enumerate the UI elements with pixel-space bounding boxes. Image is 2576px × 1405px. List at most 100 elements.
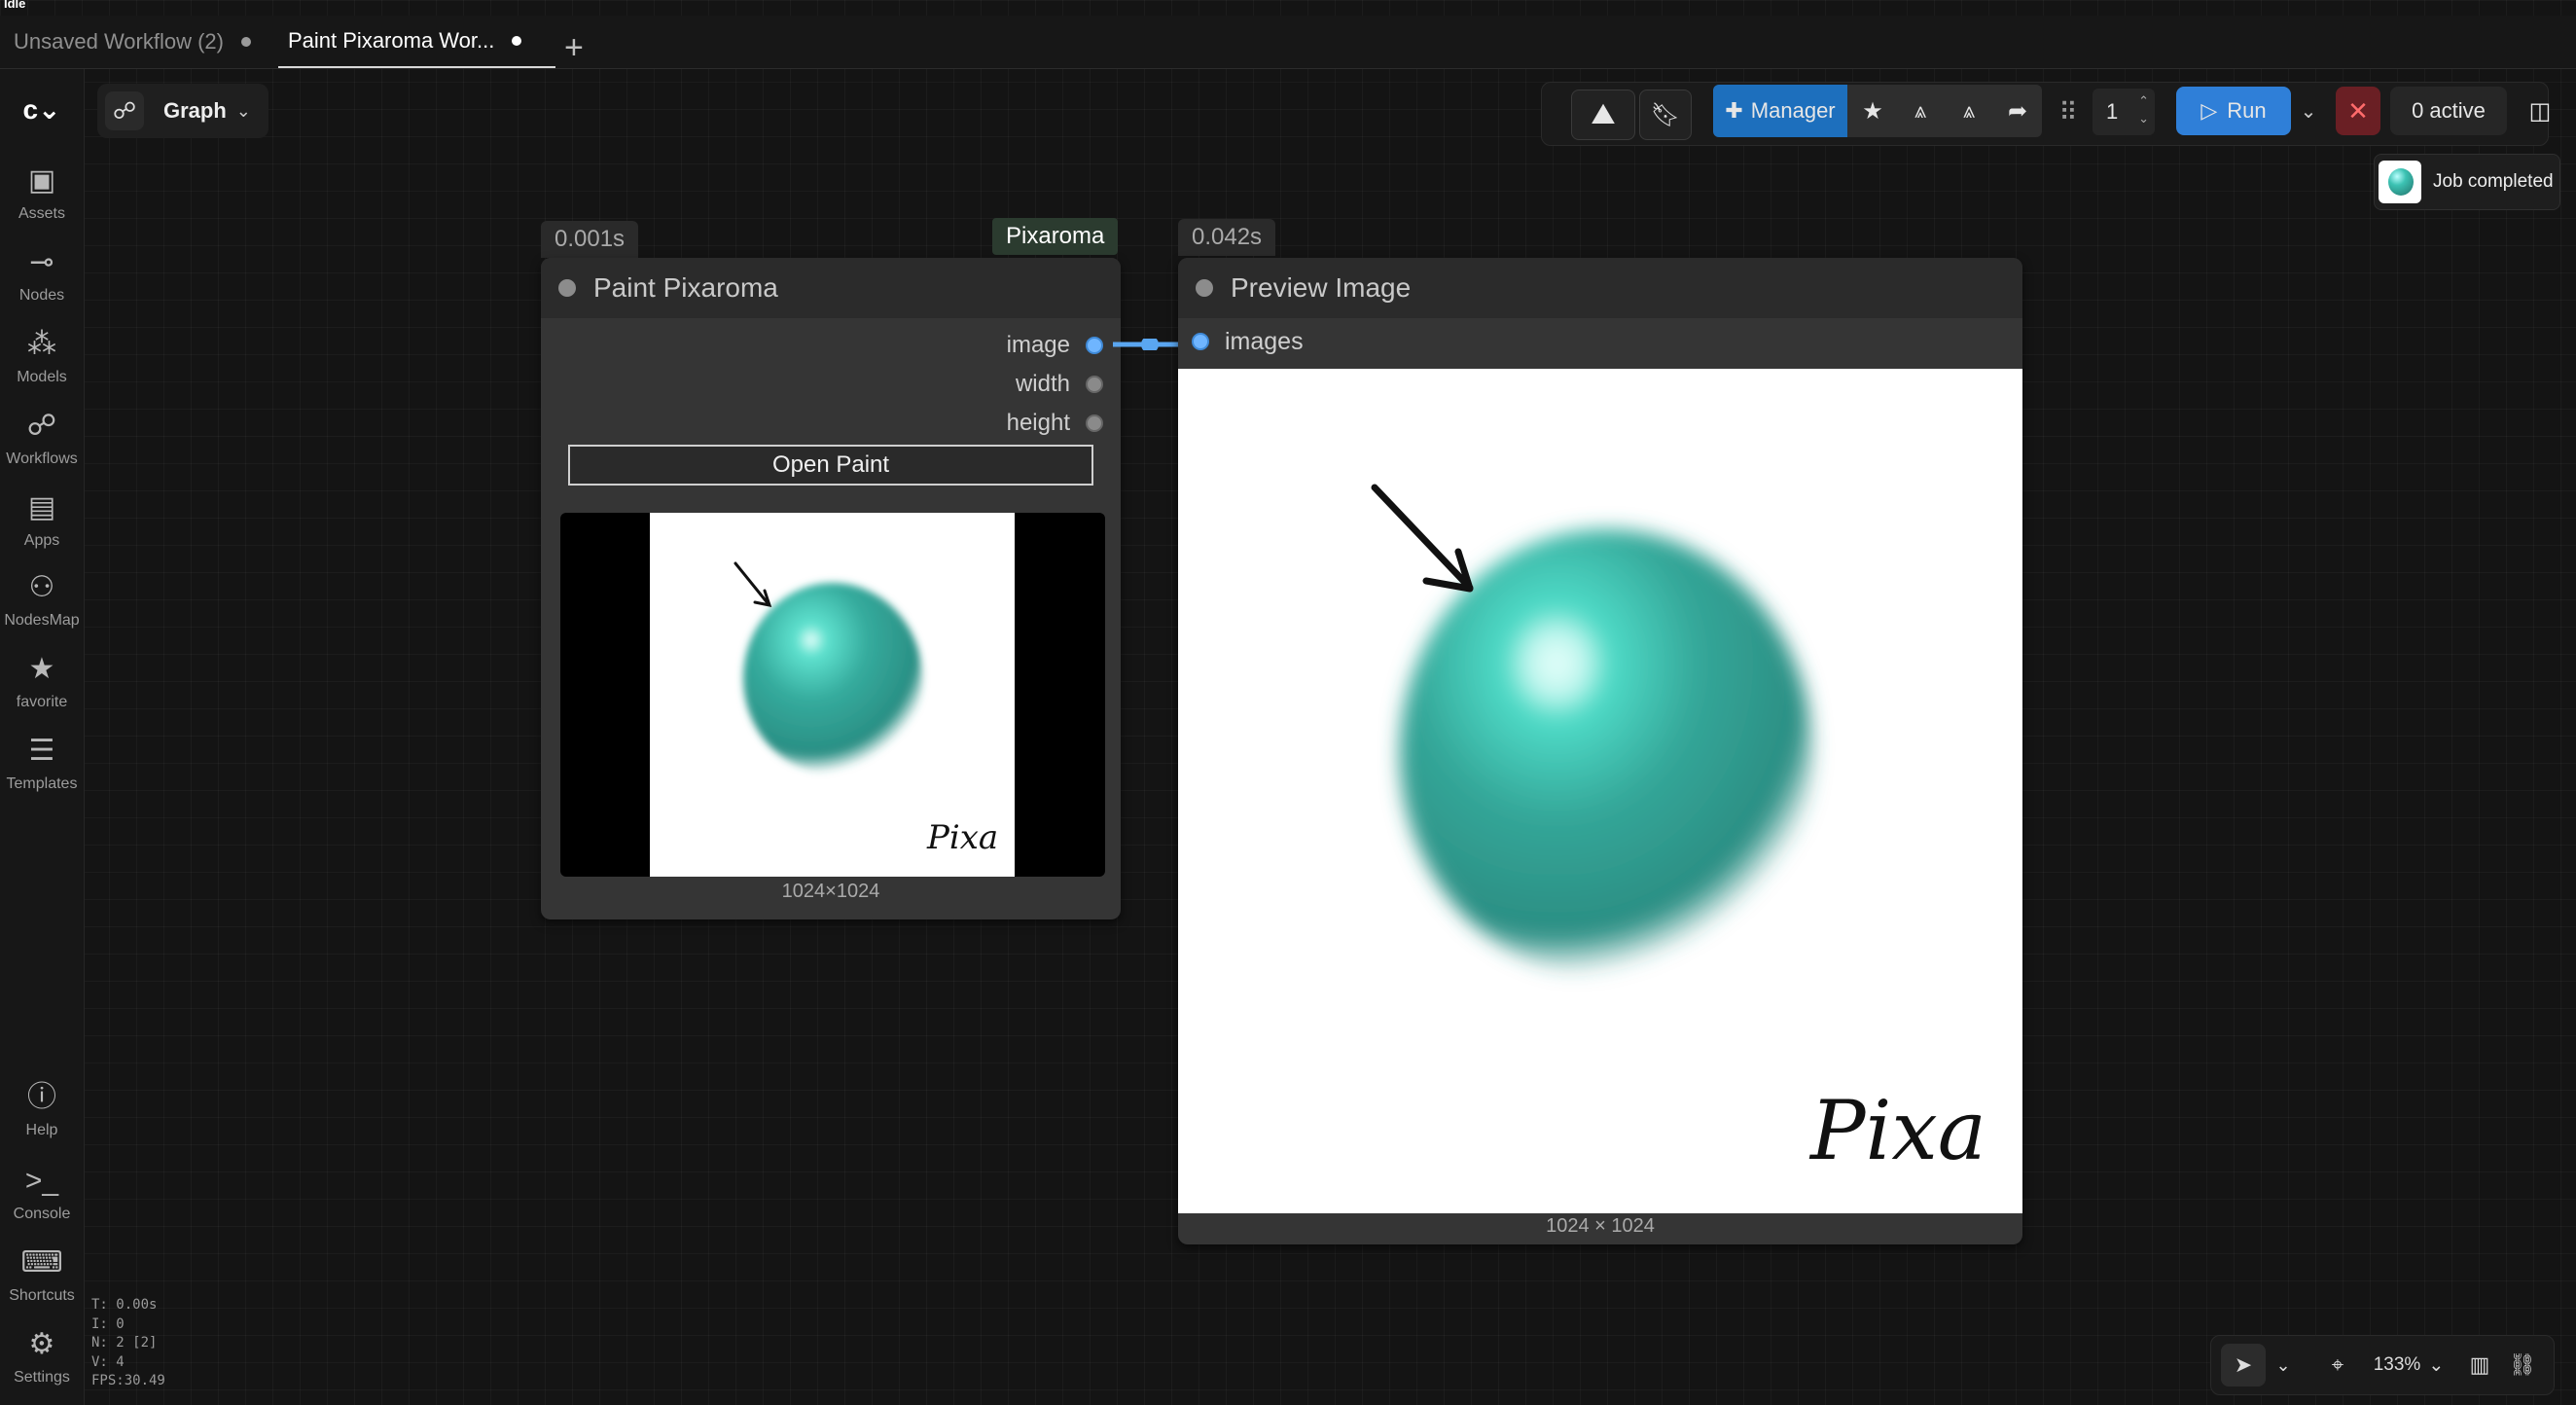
- left-sidebar: ϲ⌄ ▣ Assets ⊸ Nodes ⁂ Models ☍ Workflows…: [0, 69, 85, 1405]
- sidebar-item-shortcuts[interactable]: ⌨ Shortcuts: [0, 1246, 84, 1305]
- minimap-toggle-button[interactable]: ▥: [2460, 1344, 2499, 1387]
- stat-v: V: 4: [91, 1353, 125, 1370]
- chevron-down-icon: ⌄: [2300, 100, 2317, 123]
- job-thumbnail: [2379, 161, 2421, 203]
- run-label: Run: [2227, 98, 2267, 123]
- pixaroma-tool-button-2[interactable]: ⩓: [1947, 85, 1991, 137]
- share-button[interactable]: ➦: [1995, 85, 2040, 137]
- queue-count-value: 1: [2106, 99, 2119, 124]
- models-icon: ⁂: [27, 328, 56, 360]
- chevron-down-icon: ⌄: [2275, 1354, 2291, 1375]
- sidebar-item-label: Assets: [18, 205, 65, 222]
- help-icon: ⓘ: [27, 1081, 56, 1113]
- node-source-badge: Pixaroma: [992, 218, 1119, 255]
- manager-button[interactable]: ✚ Manager: [1713, 85, 1847, 137]
- sidebar-item-settings[interactable]: ⚙ Settings: [0, 1328, 84, 1387]
- puzzle-icon: ✚: [1725, 98, 1743, 123]
- tool-mode-dropdown[interactable]: ⌄: [2270, 1344, 2297, 1387]
- toast-text: Job completed: [2433, 171, 2554, 192]
- pixaroma-mark-icon: ⩓: [1914, 98, 1927, 123]
- sidebar-item-workflows[interactable]: ☍ Workflows: [0, 410, 84, 468]
- output-socket-icon[interactable]: [1086, 337, 1103, 354]
- status-text: Idle: [4, 0, 26, 11]
- paint-pixaroma-node[interactable]: Paint Pixaroma image width height Open P…: [541, 258, 1121, 919]
- node-status-dot-icon: [1196, 279, 1213, 297]
- star-icon: ★: [28, 653, 55, 685]
- fit-view-button[interactable]: ⌖: [2318, 1344, 2357, 1387]
- output-socket-icon[interactable]: [1086, 414, 1103, 432]
- comfy-logo-icon: ϲ⌄: [22, 94, 61, 125]
- image-icon: ▣: [27, 164, 56, 197]
- sidebar-item-label: Shortcuts: [9, 1287, 75, 1304]
- top-toolbar: ⛰ 🔖︎ ✚ Manager ★ ⩓ ⩓ ➦ ⠿ 1 ⌃ ⌄ ▷ Run ⌄ ✕ …: [1541, 82, 2551, 146]
- sidebar-item-nodes[interactable]: ⊸ Nodes: [0, 246, 84, 305]
- active-jobs-button[interactable]: 0 active: [2390, 87, 2507, 135]
- sidebar-item-favorite[interactable]: ★ favorite: [0, 653, 84, 711]
- sidebar-item-nodesmap[interactable]: ⚇ NodesMap: [0, 571, 84, 630]
- sidebar-item-apps[interactable]: ▤ Apps: [0, 491, 84, 550]
- open-paint-button[interactable]: Open Paint: [568, 445, 1093, 486]
- pixaroma-logo-button[interactable]: ⛰: [1571, 90, 1635, 140]
- star-button[interactable]: ★: [1851, 85, 1894, 137]
- select-tool-button[interactable]: ➤: [2221, 1344, 2266, 1387]
- sidebar-item-assets[interactable]: ▣ Assets: [0, 164, 84, 223]
- stat-fps: FPS:30.49: [91, 1373, 165, 1388]
- toggle-panel-button[interactable]: ◫: [2519, 87, 2561, 135]
- output-slot-height[interactable]: height: [1007, 410, 1103, 437]
- active-jobs-label: 0 active: [2412, 98, 2486, 123]
- pixaroma-tool-button[interactable]: ⩓: [1898, 85, 1943, 137]
- unsaved-dot-icon: [241, 37, 251, 47]
- cancel-run-button[interactable]: ✕: [2336, 87, 2380, 135]
- run-options-dropdown[interactable]: ⌄: [2291, 87, 2326, 135]
- node-title-bar[interactable]: Paint Pixaroma: [541, 258, 1121, 318]
- node-status-dot-icon: [558, 279, 576, 297]
- signature-text: Pixa: [926, 818, 998, 857]
- job-completed-toast[interactable]: Job completed: [2374, 154, 2560, 210]
- link-off-icon: ⛓: [2509, 1352, 2536, 1377]
- app-logo-menu[interactable]: ϲ⌄: [0, 93, 84, 132]
- keyboard-icon: ⌨: [20, 1246, 63, 1279]
- output-slot-width[interactable]: width: [1016, 371, 1103, 398]
- queue-count-stepper[interactable]: 1 ⌃ ⌄: [2093, 89, 2155, 135]
- run-button[interactable]: ▷ Run: [2176, 87, 2291, 135]
- view-mode-selector[interactable]: ☍ Graph ⌄: [97, 84, 268, 138]
- paint-preview-image: Pixa: [650, 513, 1015, 877]
- output-label: width: [1015, 371, 1070, 397]
- manager-label: Manager: [1750, 98, 1836, 123]
- pixaroma-mark-icon: ⩓: [1962, 98, 1976, 123]
- tab-unsaved-workflow[interactable]: Unsaved Workflow (2): [0, 16, 275, 68]
- sidebar-item-label: favorite: [16, 694, 68, 710]
- tab-label: Unsaved Workflow (2): [14, 29, 224, 54]
- zoom-level: 133%: [2373, 1354, 2421, 1375]
- bookmark-button[interactable]: 🔖︎: [1639, 90, 1692, 140]
- preview-image-node[interactable]: Preview Image images Pixa 1024 × 1024: [1178, 258, 2022, 1244]
- drag-handle-icon[interactable]: ⠿: [2057, 89, 2079, 135]
- chevron-down-icon: ⌄: [2428, 1354, 2445, 1376]
- input-socket-icon[interactable]: [1192, 333, 1209, 350]
- view-mode-label: Graph: [163, 98, 227, 123]
- time-label: 0.042s: [1192, 224, 1263, 250]
- canvas-controls: ➤ ⌄ ⌖ 133% ⌄ ▥ ⛓: [2210, 1335, 2555, 1395]
- zoom-dropdown[interactable]: 133% ⌄: [2365, 1344, 2452, 1387]
- input-slot-images[interactable]: images: [1178, 318, 1304, 365]
- nodesmap-icon: ⚇: [28, 571, 55, 603]
- image-dimensions: 1024 × 1024: [1546, 1215, 1655, 1237]
- tab-paint-pixaroma-workflow[interactable]: Paint Pixaroma Wor...: [278, 16, 555, 68]
- workflow-tab-bar: Unsaved Workflow (2) Paint Pixaroma Wor.…: [0, 16, 2576, 69]
- sidebar-item-models[interactable]: ⁂ Models: [0, 328, 84, 386]
- sidebar-item-label: Templates: [6, 775, 78, 792]
- sidebar-item-label: Nodes: [18, 287, 65, 304]
- sidebar-item-templates[interactable]: ☰ Templates: [0, 735, 84, 793]
- output-socket-icon[interactable]: [1086, 376, 1103, 393]
- add-tab-icon[interactable]: +: [564, 31, 584, 64]
- stat-time: T: 0.00s: [91, 1297, 158, 1313]
- node-title-bar[interactable]: Preview Image: [1178, 258, 2022, 318]
- sidebar-item-console[interactable]: >_ Console: [0, 1165, 84, 1223]
- stepper-arrows-icon[interactable]: ⌃ ⌄: [2138, 92, 2149, 127]
- gear-icon: ⚙: [28, 1328, 55, 1360]
- link-visibility-button[interactable]: ⛓: [2503, 1344, 2542, 1387]
- tab-label: Paint Pixaroma Wor...: [288, 28, 495, 53]
- output-label: image: [1006, 332, 1070, 358]
- sidebar-item-help[interactable]: ⓘ Help: [0, 1081, 84, 1139]
- output-slot-image[interactable]: image: [1007, 332, 1103, 359]
